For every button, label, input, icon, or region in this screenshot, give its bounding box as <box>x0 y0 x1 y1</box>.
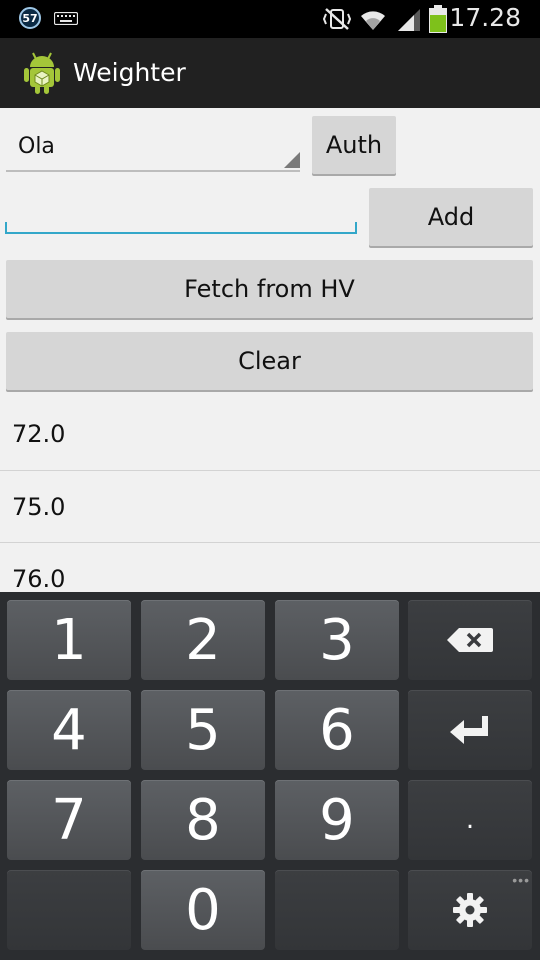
list-item[interactable]: 76.0 <box>0 542 540 592</box>
key-6[interactable]: 6 <box>275 690 399 770</box>
android-app-icon <box>24 52 60 94</box>
weight-value: 72.0 <box>12 420 66 448</box>
clear-button[interactable]: Clear <box>6 332 533 390</box>
mute-vibrate-icon <box>322 8 352 30</box>
status-bar: 57 17.28 <box>0 0 540 38</box>
weight-value: 76.0 <box>12 565 66 592</box>
enter-icon <box>450 716 488 744</box>
main-content: Ola Auth Add Fetch from HV Clear 72.0 75… <box>0 108 540 592</box>
fetch-from-hv-button[interactable]: Fetch from HV <box>6 260 533 318</box>
add-button[interactable]: Add <box>369 188 533 246</box>
backspace-icon <box>447 628 493 652</box>
numeric-keyboard: 1 2 3 4 5 6 7 8 9 . 0 ••• <box>0 592 540 960</box>
keyboard-icon <box>54 12 78 25</box>
key-period[interactable]: . <box>408 780 532 860</box>
list-item[interactable]: 72.0 <box>0 398 540 470</box>
user-spinner[interactable]: Ola <box>6 118 300 172</box>
key-2[interactable]: 2 <box>141 600 265 680</box>
spinner-arrow-icon <box>284 152 300 168</box>
spinner-selected-value: Ola <box>18 134 55 159</box>
notification-count-badge: 57 <box>19 7 41 29</box>
settings-icon <box>453 893 487 927</box>
key-4[interactable]: 4 <box>7 690 131 770</box>
key-1[interactable]: 1 <box>7 600 131 680</box>
battery-icon <box>429 5 447 33</box>
input-underline-right-tick <box>355 222 357 234</box>
list-item[interactable]: 75.0 <box>0 470 540 543</box>
key-0[interactable]: 0 <box>141 870 265 950</box>
wifi-icon <box>361 11 385 30</box>
key-8[interactable]: 8 <box>141 780 265 860</box>
key-backspace[interactable] <box>408 600 532 680</box>
weight-value: 75.0 <box>12 493 66 521</box>
key-9[interactable]: 9 <box>275 780 399 860</box>
weight-input[interactable] <box>6 190 356 234</box>
signal-icon <box>398 9 420 31</box>
clock: 17.28 <box>449 3 521 32</box>
action-bar: Weighter <box>0 38 540 108</box>
key-7[interactable]: 7 <box>7 780 131 860</box>
more-indicator: ••• <box>512 872 530 888</box>
key-3[interactable]: 3 <box>275 600 399 680</box>
app-title: Weighter <box>73 58 186 87</box>
auth-button[interactable]: Auth <box>312 116 396 174</box>
input-underline-left-tick <box>5 222 7 234</box>
key-blank-left[interactable] <box>7 870 131 950</box>
key-5[interactable]: 5 <box>141 690 265 770</box>
key-enter[interactable] <box>408 690 532 770</box>
key-blank-right[interactable] <box>275 870 399 950</box>
